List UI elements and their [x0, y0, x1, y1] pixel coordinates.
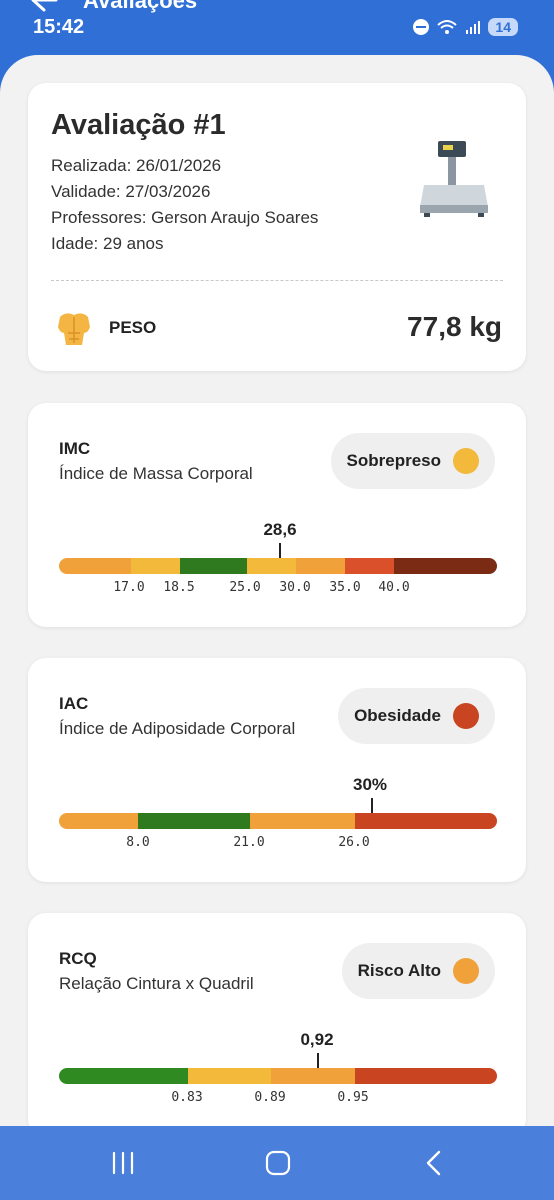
- range-segment: [354, 813, 497, 829]
- metric-name: Relação Cintura x Quadril: [59, 974, 254, 993]
- status-dot: [453, 448, 479, 474]
- home-icon: [265, 1150, 291, 1176]
- metric-card-iac[interactable]: IAC Índice de Adiposidade Corporal Obesi…: [28, 658, 526, 882]
- range-segment: [137, 813, 250, 829]
- evaluation-card[interactable]: Avaliação #1 Realizada: 26/01/2026 Valid…: [28, 83, 526, 371]
- range-tick: 17.0: [113, 580, 145, 595]
- range-segment: [249, 813, 355, 829]
- metric-code: RCQ: [59, 949, 97, 968]
- range-bar: [59, 558, 497, 574]
- wifi-icon: [437, 20, 458, 34]
- metric-code: IMC: [59, 439, 91, 458]
- range-tick: 35.0: [329, 580, 361, 595]
- status-badge-label: Risco Alto: [357, 961, 441, 980]
- weight-value: 77,8 kg: [407, 311, 502, 342]
- range-segment: [271, 1068, 355, 1084]
- evaluation-age: Idade: 29 anos: [51, 234, 164, 253]
- range-tick: 21.0: [233, 835, 265, 850]
- metric-name: Índice de Adiposidade Corporal: [59, 719, 296, 738]
- range-segment: [59, 813, 138, 829]
- range-segment: [59, 1068, 189, 1084]
- range-tick: 40.0: [378, 580, 410, 595]
- divider: [51, 280, 503, 281]
- range-tick: 0.89: [254, 1090, 286, 1105]
- status-time: 15:42: [33, 16, 85, 38]
- range-tick: 8.0: [126, 835, 150, 850]
- range-tick: 26.0: [338, 835, 370, 850]
- range-segment: [295, 558, 346, 574]
- status-badge: Sobrepreso: [330, 433, 495, 489]
- range-tick: 18.5: [163, 580, 195, 595]
- range-segment: [179, 558, 247, 574]
- range-segment: [246, 558, 296, 574]
- scale-icon: [420, 141, 488, 217]
- range-tick: 25.0: [229, 580, 261, 595]
- muscle-torso-icon: [58, 313, 90, 345]
- evaluation-date: Realizada: 26/01/2026: [51, 156, 222, 175]
- nav-back-icon: [426, 1150, 441, 1176]
- metric-code: IAC: [59, 694, 89, 713]
- battery-indicator: 14: [488, 18, 518, 36]
- range-segment: [354, 1068, 497, 1084]
- range-bar: [59, 813, 497, 829]
- range-segment: [188, 1068, 272, 1084]
- range-segment: [59, 558, 131, 574]
- evaluation-validity: Validade: 27/03/2026: [51, 182, 211, 201]
- home-button[interactable]: [258, 1146, 298, 1180]
- recent-apps-button[interactable]: [103, 1146, 143, 1180]
- range-tick: 30.0: [279, 580, 311, 595]
- system-nav-bar: [0, 1126, 554, 1200]
- range-tick: 0.83: [171, 1090, 203, 1105]
- weight-label: PESO: [109, 318, 157, 337]
- metric-value: 0,92: [300, 1030, 334, 1049]
- metric-name: Índice de Massa Corporal: [59, 464, 253, 483]
- status-badge-label: Sobrepreso: [346, 451, 441, 470]
- metric-value: 28,6: [263, 520, 297, 539]
- page-title: Avaliações: [83, 0, 198, 13]
- range-bar: [59, 1068, 497, 1084]
- metric-card-imc[interactable]: IMC Índice de Massa Corporal Sobrepreso …: [28, 403, 526, 627]
- range-segment: [394, 558, 497, 574]
- evaluation-title: Avaliação #1: [51, 109, 226, 141]
- metric-card-rcq[interactable]: RCQ Relação Cintura x Quadril Risco Alto…: [28, 913, 526, 1137]
- do-not-disturb-icon: [413, 19, 430, 35]
- recent-apps-icon: [112, 1151, 134, 1175]
- status-dot: [453, 958, 479, 984]
- status-badge: Risco Alto: [341, 943, 495, 999]
- range-tick: 0.95: [337, 1090, 369, 1105]
- range-segment: [345, 558, 395, 574]
- range-segment: [130, 558, 180, 574]
- status-dot: [453, 703, 479, 729]
- metric-value: 30%: [352, 775, 388, 794]
- nav-back-button[interactable]: [414, 1146, 454, 1180]
- status-badge-label: Obesidade: [354, 706, 441, 725]
- evaluation-professors: Professores: Gerson Araujo Soares: [51, 208, 319, 227]
- signal-icon: [466, 21, 481, 34]
- status-icons: 14: [413, 18, 518, 36]
- status-badge: Obesidade: [338, 688, 495, 744]
